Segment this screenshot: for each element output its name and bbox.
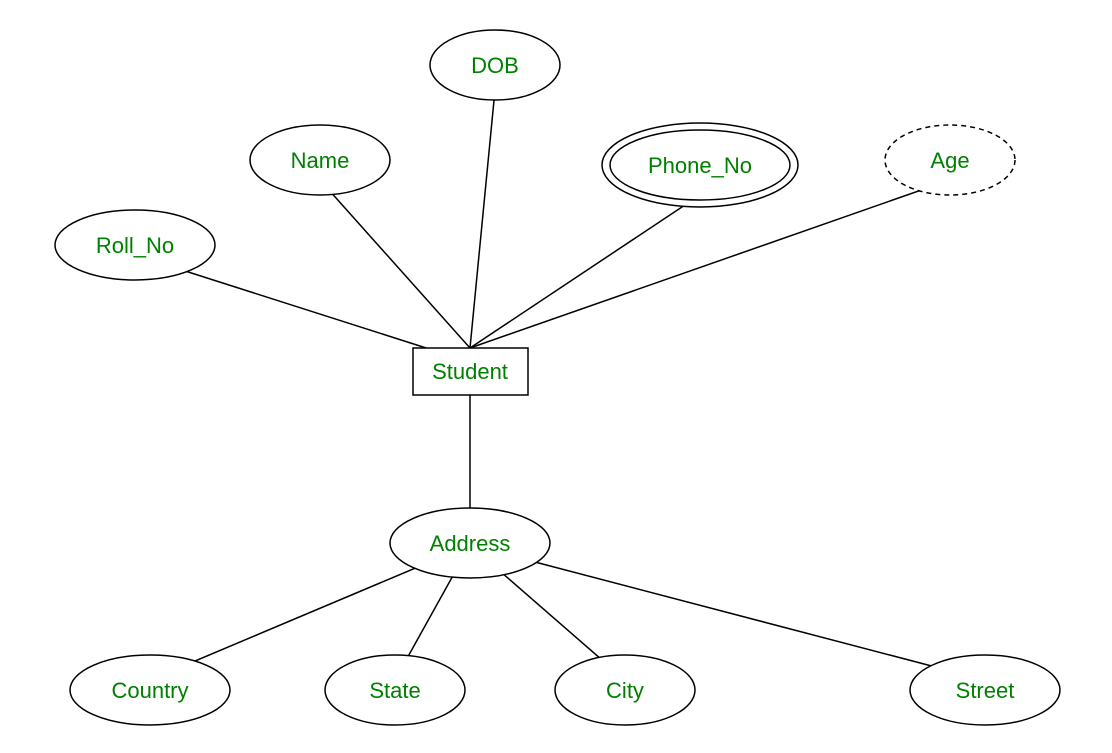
attr-city-label: City	[606, 678, 644, 703]
attr-age-label: Age	[930, 148, 969, 173]
attr-name-label: Name	[291, 148, 350, 173]
edge-student-name	[320, 180, 470, 348]
entity-student-label: Student	[432, 359, 508, 384]
edge-student-phoneno	[470, 195, 700, 348]
attr-rollno-label: Roll_No	[96, 233, 174, 258]
attr-country-label: Country	[111, 678, 188, 703]
attr-state-label: State	[369, 678, 420, 703]
attr-phoneno-label: Phone_No	[648, 153, 752, 178]
attr-dob-label: DOB	[471, 53, 519, 78]
attr-address-label: Address	[430, 531, 511, 556]
er-diagram: Student Roll_No Name DOB Phone_No Age Ad…	[0, 0, 1112, 753]
attr-street-label: Street	[956, 678, 1015, 703]
edge-student-dob	[470, 90, 495, 348]
